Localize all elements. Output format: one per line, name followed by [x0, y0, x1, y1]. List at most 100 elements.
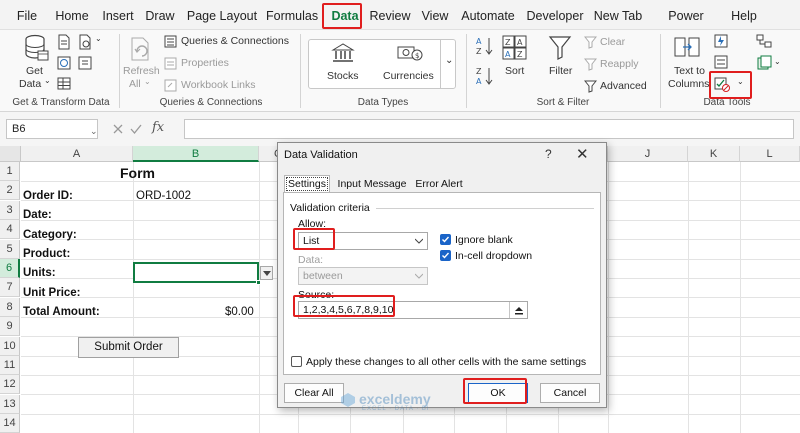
tab-developer[interactable]: Developer: [525, 6, 585, 26]
from-text-icon[interactable]: [57, 34, 71, 50]
existing-connections-icon[interactable]: [78, 55, 92, 71]
reapply-icon[interactable]: [584, 58, 597, 71]
chevron-down-icon[interactable]: ⌄: [95, 34, 102, 43]
text-to-columns-icon[interactable]: [674, 36, 700, 60]
data-validation-icon[interactable]: [714, 76, 730, 92]
sort-a-z-icon[interactable]: A Z: [476, 36, 494, 56]
currencies-button[interactable]: Currencies: [383, 70, 434, 82]
in-cell-dropdown-checkbox[interactable]: [440, 250, 451, 261]
ignore-blank-checkbox[interactable]: [440, 234, 451, 245]
queries-connections-icon[interactable]: [164, 35, 177, 48]
clear-filter-icon[interactable]: [584, 36, 597, 49]
tab-draw[interactable]: Draw: [143, 6, 177, 26]
get-data-label-line2[interactable]: Data: [19, 78, 41, 90]
row-header-7[interactable]: 7: [0, 278, 20, 298]
tab-error-alert[interactable]: Error Alert: [412, 176, 466, 193]
submit-order-button[interactable]: Submit Order: [78, 337, 179, 358]
chevron-down-icon[interactable]: ⌄: [445, 55, 453, 66]
clear-all-button[interactable]: Clear All: [284, 383, 344, 403]
help-button[interactable]: ?: [545, 147, 552, 161]
properties-button[interactable]: Properties: [181, 57, 229, 69]
stocks-bank-icon[interactable]: [331, 43, 355, 63]
filter-button[interactable]: Filter: [549, 65, 572, 77]
flash-fill-icon[interactable]: [714, 34, 728, 48]
from-table-icon[interactable]: [57, 76, 71, 92]
currencies-icon[interactable]: $: [397, 43, 423, 63]
tab-automate[interactable]: Automate: [460, 6, 516, 26]
clear-button[interactable]: Clear: [600, 36, 625, 48]
row-header-14[interactable]: 14: [0, 414, 20, 433]
apply-all-label[interactable]: Apply these changes to all other cells w…: [306, 356, 586, 368]
workbook-links-icon[interactable]: [164, 79, 177, 92]
workbook-links-button[interactable]: Workbook Links: [181, 79, 256, 91]
chevron-down-icon[interactable]: ⌄: [774, 57, 781, 66]
chevron-down-icon[interactable]: ⌄: [144, 77, 151, 86]
stocks-button[interactable]: Stocks: [327, 70, 359, 82]
refresh-all-label-line2[interactable]: All: [129, 78, 141, 90]
tab-file[interactable]: File: [10, 6, 44, 26]
row-header-8[interactable]: 8: [0, 297, 20, 317]
cancel-button[interactable]: Cancel: [540, 383, 600, 403]
get-data-label-line1[interactable]: Get: [26, 65, 43, 77]
row-header-10[interactable]: 10: [0, 336, 20, 356]
tab-settings[interactable]: Settings: [284, 175, 330, 193]
apply-all-checkbox[interactable]: [291, 356, 302, 367]
column-header-a[interactable]: A: [21, 146, 133, 162]
tab-new-tab[interactable]: New Tab: [592, 6, 644, 26]
tab-review[interactable]: Review: [369, 6, 411, 26]
column-header-k[interactable]: K: [688, 146, 740, 162]
tab-input-message[interactable]: Input Message: [336, 176, 408, 193]
remove-duplicates-icon[interactable]: [714, 55, 728, 69]
tab-view[interactable]: View: [419, 6, 451, 26]
name-box-chevron-down-icon[interactable]: ⌄: [90, 126, 98, 137]
fill-handle[interactable]: [256, 280, 261, 285]
row-header-13[interactable]: 13: [0, 394, 20, 414]
properties-icon[interactable]: [164, 57, 177, 70]
name-box[interactable]: B6: [6, 119, 98, 139]
database-icon[interactable]: [24, 34, 50, 62]
row-header-3[interactable]: 3: [0, 200, 20, 220]
advanced-button[interactable]: Advanced: [600, 80, 647, 92]
ignore-blank-label[interactable]: Ignore blank: [455, 234, 513, 246]
select-all-corner[interactable]: [0, 146, 21, 162]
refresh-all-label-line1[interactable]: Refresh: [123, 65, 160, 77]
cancel-x-icon[interactable]: [112, 123, 124, 135]
data-model-icon[interactable]: [756, 55, 772, 71]
column-header-j[interactable]: J: [608, 146, 688, 162]
chevron-down-icon[interactable]: ⌄: [44, 76, 51, 85]
tab-page-layout[interactable]: Page Layout: [186, 6, 258, 26]
recent-sources-icon[interactable]: [78, 34, 92, 50]
refresh-all-icon[interactable]: [129, 36, 153, 62]
enter-check-icon[interactable]: [130, 123, 142, 135]
source-input[interactable]: 1,2,3,4,5,6,7,8,9,10: [298, 301, 528, 319]
in-cell-dropdown-label[interactable]: In-cell dropdown: [455, 250, 532, 262]
insert-function-fx[interactable]: fx: [152, 120, 164, 135]
tab-insert[interactable]: Insert: [99, 6, 137, 26]
tab-home[interactable]: Home: [52, 6, 92, 26]
advanced-filter-icon[interactable]: [584, 80, 597, 93]
sort-dialog-icon[interactable]: Z A A Z: [502, 35, 528, 61]
sort-button[interactable]: Sort: [505, 65, 524, 77]
tab-help[interactable]: Help: [727, 6, 761, 26]
cell-dropdown-button[interactable]: [260, 266, 273, 280]
tab-formulas[interactable]: Formulas: [266, 6, 318, 26]
filter-funnel-icon[interactable]: [548, 35, 572, 61]
data-types-expand[interactable]: ⌄: [440, 39, 456, 89]
row-header-11[interactable]: 11: [0, 356, 20, 375]
sort-z-a-icon[interactable]: Z A: [476, 66, 494, 86]
tab-power-pivot[interactable]: Power Pivot: [653, 6, 719, 43]
formula-input[interactable]: [184, 119, 794, 139]
row-header-9[interactable]: 9: [0, 317, 20, 337]
selected-cell-b6[interactable]: [133, 262, 259, 283]
row-header-6[interactable]: 6: [0, 259, 20, 278]
column-header-b[interactable]: B: [133, 146, 259, 162]
reapply-button[interactable]: Reapply: [600, 58, 639, 70]
collapse-dialog-button[interactable]: [509, 302, 527, 318]
row-header-5[interactable]: 5: [0, 239, 20, 259]
text-to-columns-label-line1[interactable]: Text to: [674, 65, 705, 77]
text-to-columns-label-line2[interactable]: Columns: [668, 78, 709, 90]
row-header-4[interactable]: 4: [0, 220, 20, 240]
from-web-icon[interactable]: [57, 55, 71, 71]
tab-data[interactable]: Data: [327, 6, 363, 29]
ok-button[interactable]: OK: [468, 383, 528, 403]
